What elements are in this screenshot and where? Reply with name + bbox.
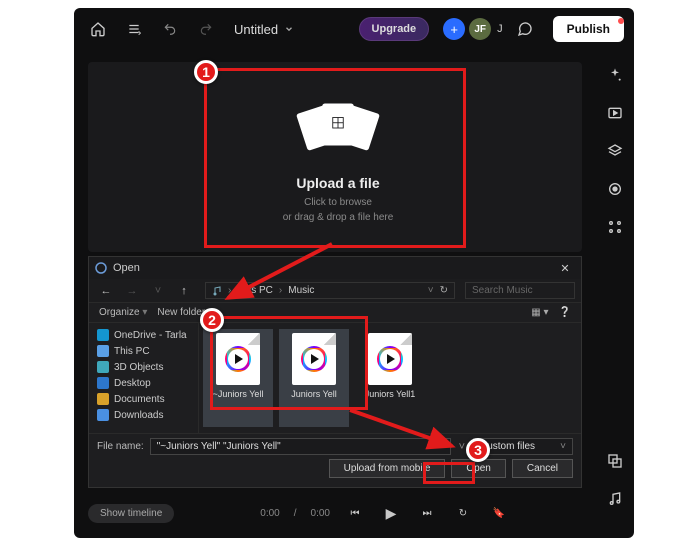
view-mode-icon[interactable]: ▦ ▾ (531, 307, 548, 318)
nav-back-icon[interactable]: ← (95, 280, 117, 302)
undo-icon[interactable] (156, 15, 184, 43)
canvas-stage: Upload a file Click to browse or drag & … (88, 62, 582, 252)
annotation-badge-3: 3 (466, 438, 490, 462)
player-bar: Show timeline 0:00 / 0:00 ⏮ ▶ ⏭ ↻ 🔖 (88, 498, 582, 528)
file-item[interactable]: ~Juniors Yell (203, 329, 273, 427)
file-item[interactable]: Juniors Yell1 (355, 329, 425, 427)
nav-recent-icon[interactable]: ˅ (147, 280, 169, 302)
time-current: 0:00 (260, 508, 279, 519)
dialog-nav: ← → ˅ ↑ › This PC › Music ˅ ↻ Search Mus… (89, 279, 581, 303)
path-dropdown-icon[interactable]: ˅ (428, 285, 434, 296)
help-icon[interactable]: ❔ (559, 307, 571, 318)
search-input[interactable]: Search Music (465, 282, 575, 299)
annotation-badge-1: 1 (194, 60, 218, 84)
document-title[interactable]: Untitled (234, 22, 294, 37)
home-icon[interactable] (84, 15, 112, 43)
file-open-dialog: Open ✕ ← → ˅ ↑ › This PC › Music ˅ ↻ Sea… (88, 256, 582, 488)
publish-button[interactable]: Publish (553, 16, 624, 42)
upload-title: Upload a file (296, 175, 379, 191)
file-item[interactable]: Juniors Yell (279, 329, 349, 427)
record-icon[interactable] (604, 178, 626, 200)
dialog-body: OneDrive - TarlaThis PC3D ObjectsDesktop… (89, 323, 581, 433)
path-seg-1[interactable]: This PC (237, 285, 273, 296)
media-icon[interactable] (604, 102, 626, 124)
redo-icon[interactable] (192, 15, 220, 43)
sidebar-item[interactable]: OneDrive - Tarla (89, 327, 198, 343)
loop-icon[interactable]: ↻ (452, 502, 474, 524)
settings-icon[interactable] (604, 216, 626, 238)
sidebar-item[interactable]: Downloads (89, 407, 198, 423)
dialog-sidebar: OneDrive - TarlaThis PC3D ObjectsDesktop… (89, 323, 199, 433)
nav-up-icon[interactable]: ↑ (173, 280, 195, 302)
sidebar-item[interactable]: 3D Objects (89, 359, 198, 375)
layers-icon[interactable] (604, 140, 626, 162)
avatar: JF (469, 18, 491, 40)
document-title-text: Untitled (234, 22, 278, 37)
sidebar-item[interactable]: Documents (89, 391, 198, 407)
skip-back-icon[interactable]: ⏮ (344, 502, 366, 524)
annotation-badge-2: 2 (200, 308, 224, 332)
time-duration: 0:00 (311, 508, 330, 519)
dialog-footer: File name: ˅ Custom files ˅ Upload from … (89, 433, 581, 483)
organize-menu[interactable]: Organize ▾ (99, 307, 147, 318)
right-sidebar (596, 50, 634, 510)
nav-forward-icon[interactable]: → (121, 280, 143, 302)
chevron-down-icon (284, 24, 294, 34)
path-seg-2[interactable]: Music (288, 285, 314, 296)
music-icon[interactable] (604, 488, 626, 510)
cancel-button[interactable]: Cancel (512, 459, 573, 478)
bookmark-icon[interactable]: 🔖 (488, 502, 510, 524)
user-initial: J (497, 23, 503, 35)
filename-input[interactable] (150, 438, 451, 455)
filename-label: File name: (97, 441, 144, 452)
topbar: Untitled Upgrade + JF J Publish (74, 8, 634, 50)
dialog-titlebar: Open ✕ (89, 257, 581, 279)
notification-dot (618, 18, 624, 24)
upload-subtitle: Click to browse or drag & drop a file he… (283, 195, 394, 225)
window-icon (95, 262, 107, 274)
show-timeline-button[interactable]: Show timeline (88, 504, 174, 523)
path-box[interactable]: › This PC › Music ˅ ↻ (205, 282, 455, 299)
add-collaborator-icon[interactable]: + (443, 18, 465, 40)
dialog-toolbar: Organize ▾ New folder ▦ ▾ ❔ (89, 303, 581, 323)
upload-illustration-icon (283, 93, 393, 163)
sidebar-item[interactable]: This PC (89, 343, 198, 359)
upload-from-mobile-button[interactable]: Upload from mobile (329, 459, 446, 478)
new-folder-button[interactable]: New folder (157, 307, 205, 318)
refresh-icon[interactable]: ↻ (440, 285, 448, 296)
sparkle-icon[interactable] (604, 64, 626, 86)
file-list: ~Juniors YellJuniors YellJuniors Yell1 (199, 323, 581, 433)
app-window: Untitled Upgrade + JF J Publish (74, 8, 634, 538)
skip-forward-icon[interactable]: ⏭ (416, 502, 438, 524)
upgrade-button[interactable]: Upgrade (359, 17, 430, 41)
filename-dropdown-icon[interactable]: ˅ (459, 441, 465, 453)
comment-icon[interactable] (511, 15, 539, 43)
close-button[interactable]: ✕ (555, 262, 575, 275)
music-note-icon (212, 286, 222, 296)
upload-zone[interactable]: Upload a file Click to browse or drag & … (208, 74, 468, 244)
user-chip[interactable]: + JF J (443, 18, 503, 40)
dialog-title: Open (113, 262, 140, 274)
play-icon[interactable]: ▶ (380, 502, 402, 524)
sidebar-item[interactable]: Desktop (89, 375, 198, 391)
menu-icon[interactable] (120, 15, 148, 43)
overlap-icon[interactable] (604, 450, 626, 472)
